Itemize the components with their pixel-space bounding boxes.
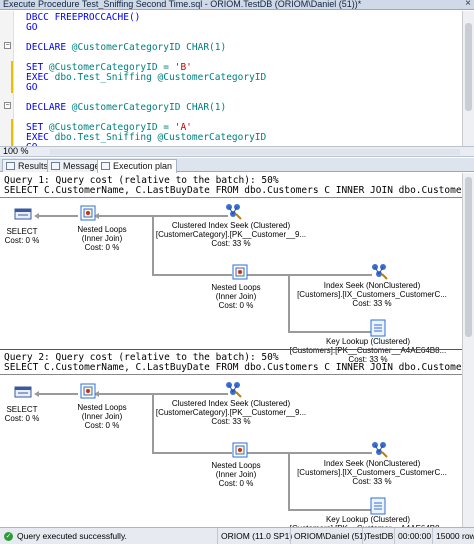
plan-node-cis-label: Clustered Index Seek (Clustered) [Custome… [151,399,311,426]
plan-node-text: [Customers].[IX_Customers_CustomerC... [297,290,447,299]
plan-node-kl-label: Key Lookup (Clustered)[Customers].[PK__C… [288,515,448,527]
sql-text: FREEPROCCACHE() [48,12,141,23]
plan-connector [288,509,372,511]
sql-keyword: DECLARE [26,102,67,113]
plan-node-cis-label: Clustered Index Seek (Clustered) [Custome… [151,221,311,248]
plan-node-is-icon[interactable] [370,440,388,461]
tab-label: Results [18,161,49,171]
plan-node-nl2-icon[interactable] [232,442,248,461]
tab-results[interactable]: Results [2,159,54,172]
close-icon[interactable]: × [465,0,471,9]
plan-connector [38,215,78,217]
plan-vertical-scrollbar[interactable] [462,173,474,527]
sql-editor[interactable]: − − DBCC FREEPROCCACHE() GO DECLARE @Custo… [0,11,474,146]
plan-node-cis-icon[interactable] [224,380,242,401]
divider [0,374,462,375]
plan-connector [98,215,228,217]
plan-node-text: Key Lookup (Clustered) [325,515,411,524]
results-tabs: Results Messages Execution plan [0,158,474,173]
zoom-bar: 100 % [0,146,474,157]
status-bar: ✓ Query executed successfully. ORIOM (11… [0,527,474,544]
plan-node-is-label: Index Seek (NonClustered) [Customers].[IX… [292,281,452,308]
collapse-icon[interactable]: − [4,42,11,49]
sql-text: dbo.Test_Sniffing @CustomerCategoryID [48,72,267,83]
status-server: ORIOM (11.0 SP1) [217,528,292,544]
plan-node-text: Cost: 33 % [211,239,251,248]
code-line: EXEC dbo.Test_Sniffing @CustomerCategory… [26,73,266,83]
plan-node-text: Cost: 33 % [352,299,392,308]
code-line: DECLARE @CustomerCategoryID CHAR(1) [26,43,226,53]
plan-arrow-icon [34,391,39,397]
plan-node-text: Cost: 33 % [211,417,251,426]
plan-connector [246,274,372,276]
plan-node-select-icon[interactable] [14,207,32,224]
divider [0,349,462,350]
divider [0,197,462,198]
code-line: GO [26,23,37,33]
plan-node-nl2-icon[interactable] [232,264,248,283]
sql-keyword: GO [26,82,38,93]
sql-text: @CustomerCategoryID CHAR(1) [66,42,227,53]
plan-connector [152,452,232,454]
status-database: TestDB [362,528,393,544]
execution-plan-pane[interactable]: Query 1: Query cost (relative to the bat… [0,173,474,527]
sql-keyword: GO [26,22,38,33]
success-icon: ✓ [4,532,13,541]
plan-connector [246,452,372,454]
plan-connector [288,331,372,333]
status-user: ORIOM\Daniel (51) [290,528,367,544]
code-line: GO [26,83,37,93]
code-line: DBCC FREEPROCCACHE() [26,13,140,23]
plan-arrow-icon [34,213,39,219]
plan-node-text: Clustered Index Seek (Clustered) [171,399,291,408]
scrollbar-thumb[interactable] [465,23,472,111]
collapse-icon[interactable]: − [4,102,11,109]
plan-connector [98,393,228,395]
plan-node-is-label: Index Seek (NonClustered) [Customers].[IX… [292,459,452,486]
plan-node-select-icon[interactable] [14,385,32,402]
plan-node-text: [CustomerCategory].[PK__Customer__9... [155,408,307,417]
plan-node-nl1-icon[interactable] [80,205,96,224]
code-line: DECLARE @CustomerCategoryID CHAR(1) [26,103,226,113]
plan-node-text: Index Seek (NonClustered) [323,459,421,468]
status-rows: 15000 rows [432,528,474,544]
plan-node-is-icon[interactable] [370,262,388,283]
plan-connector [38,393,78,395]
plan-node-text: Index Seek (NonClustered) [323,281,421,290]
plan-node-cis-icon[interactable] [224,202,242,223]
status-elapsed: 00:00:00 [394,528,431,544]
plan-node-text: Clustered Index Seek (Clustered) [171,221,291,230]
plan-node-kl-label: Key Lookup (Clustered)[Customers].[PK__C… [288,337,448,364]
tab-label: Execution plan [113,161,173,171]
plan-node-text: Key Lookup (Clustered) [325,337,411,346]
zoom-level[interactable]: 100 % [3,146,29,157]
plan-node-nl1-icon[interactable] [80,383,96,402]
plan-connector [152,274,232,276]
grid-icon [6,162,15,170]
plan-node-text: [Customers].[PK__Customer__A4AE64B8... [289,346,447,355]
tab-execution-plan[interactable]: Execution plan [97,159,178,173]
sql-keyword: DECLARE [26,42,67,53]
plan-icon [101,162,110,170]
sql-text: @CustomerCategoryID CHAR(1) [66,102,227,113]
plan-node-text: [Customers].[IX_Customers_CustomerC... [297,468,447,477]
sql-text: dbo.Test_Sniffing @CustomerCategoryID [48,132,267,143]
plan-node-text: [CustomerCategory].[PK__Customer__9... [155,230,307,239]
code-line: EXEC dbo.Test_Sniffing @CustomerCategory… [26,133,266,143]
editor-horizontal-scrollbar[interactable] [50,149,460,155]
scrollbar-thumb[interactable] [465,177,472,337]
status-message: Query executed successfully. [17,531,127,541]
window-title: Execute Procedure Test_Sniffing Second T… [3,0,362,9]
plan-node-text: Cost: 33 % [352,477,392,486]
messages-icon [51,162,60,170]
query1-sql: SELECT C.CustomerName, C.LastBuyDate FRO… [4,185,474,196]
editor-vertical-scrollbar[interactable] [462,11,474,146]
change-marker [11,61,13,93]
change-marker [11,119,13,146]
window-titlebar: Execute Procedure Test_Sniffing Second T… [0,0,474,10]
query2-sql: SELECT C.CustomerName, C.LastBuyDate FRO… [4,362,474,373]
